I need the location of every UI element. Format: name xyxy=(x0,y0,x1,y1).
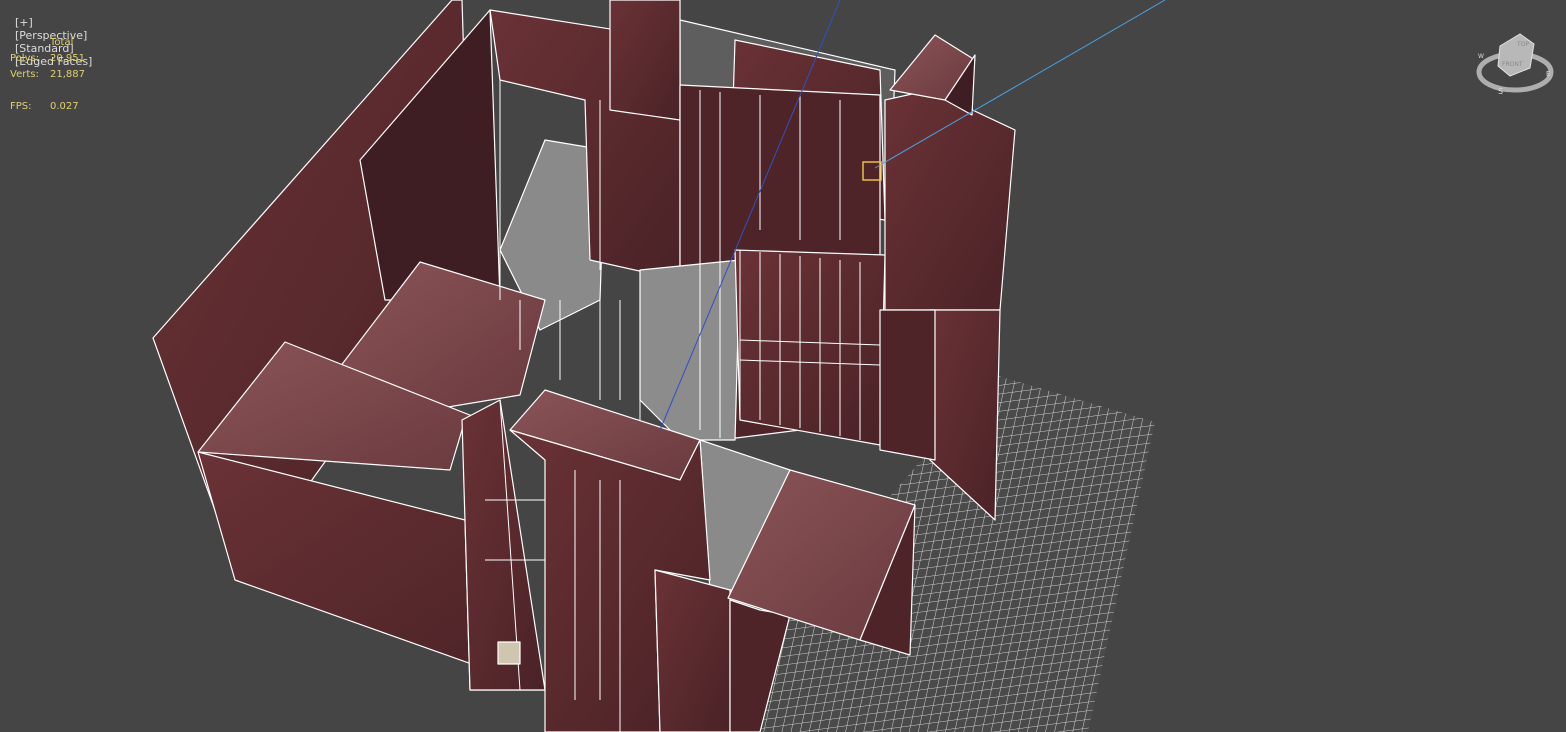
verts-value: 21,887 xyxy=(50,69,85,80)
polys-value: 20,951 xyxy=(50,53,85,64)
right-columns xyxy=(734,249,886,446)
3d-viewport[interactable]: [+] [Perspective] [Standard] [Edged Face… xyxy=(0,0,1566,732)
front-pillar xyxy=(654,569,731,732)
compass-s[interactable]: S xyxy=(1498,87,1503,96)
tall-pillar xyxy=(609,0,681,121)
polys-label: Polys: xyxy=(10,53,40,64)
center-stair xyxy=(639,259,741,441)
fps-label: FPS: xyxy=(10,101,32,112)
cube-top-label[interactable]: TOP xyxy=(1516,41,1529,48)
cube-front-label[interactable]: FRONT xyxy=(1502,61,1523,68)
light-object xyxy=(497,641,521,665)
right-tower xyxy=(884,89,1016,311)
verts-label: Verts: xyxy=(10,69,39,80)
viewcube[interactable]: TOP FRONT S E W xyxy=(1472,28,1558,98)
scene-geometry[interactable] xyxy=(0,0,1566,732)
stats-header: Total xyxy=(50,37,74,48)
compass-e[interactable]: E xyxy=(1546,70,1550,78)
viewport-menu-button[interactable]: [+] xyxy=(15,16,33,29)
statistics-overlay: Total Polys: 20,951 Verts: 21,887 FPS: 0.02… xyxy=(10,35,85,115)
right-front-wall xyxy=(879,309,936,461)
fps-value: 0.027 xyxy=(50,101,79,112)
compass-w[interactable]: W xyxy=(1478,53,1484,60)
